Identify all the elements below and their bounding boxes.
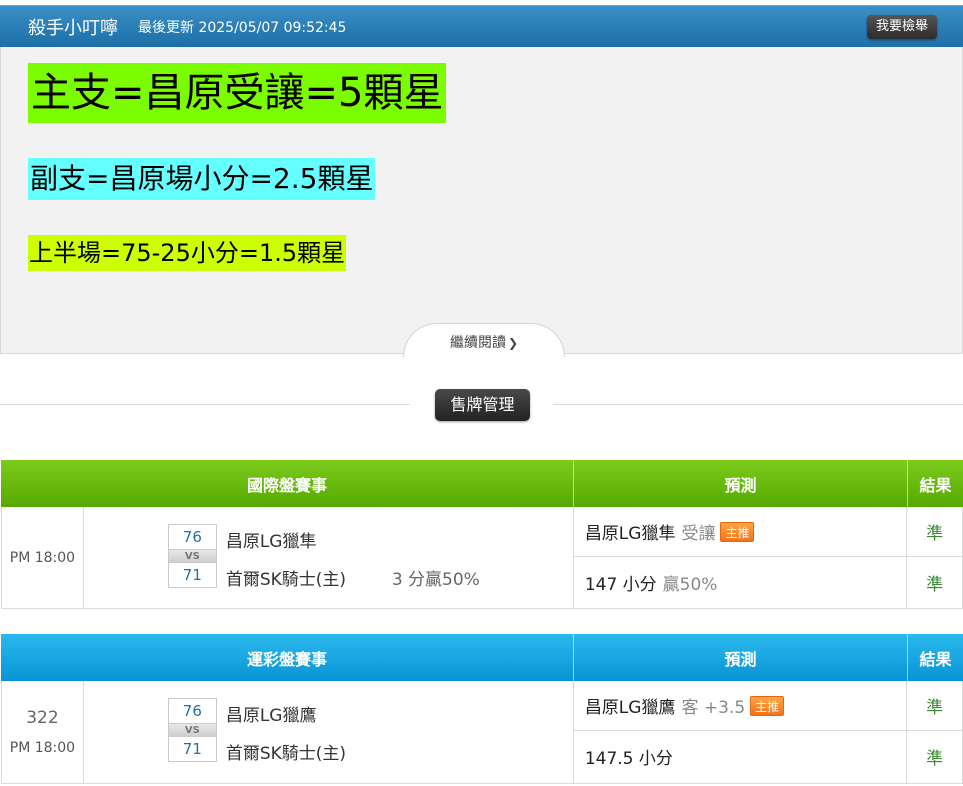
prediction-item: 昌原LG獵隼 受讓 主推 — [573, 507, 907, 557]
header-result: 結果 — [919, 649, 952, 669]
sales-management-button[interactable]: 售牌管理 — [435, 389, 530, 421]
prediction-main: 昌原LG獵隼 — [584, 524, 676, 544]
score-away: 71 — [182, 566, 202, 584]
prediction-item: 昌原LG獵鷹 客 +3.5 主推 — [573, 681, 907, 731]
author-name: 殺手小叮嚀 — [28, 17, 118, 39]
header-result: 結果 — [919, 475, 952, 495]
header-match: 國際盤賽事 — [1, 460, 574, 507]
header-match: 運彩盤賽事 — [1, 634, 574, 681]
game-time: PM 18:00 — [9, 549, 76, 566]
prediction-main: 147.5 小分 — [584, 749, 673, 769]
article-box: 主支=昌原受讓=5顆星 副支=昌原場小分=2.5顆星 上半場=75-25小分=1… — [0, 47, 963, 357]
prediction-sub: 客 +3.5 — [681, 698, 746, 718]
divider-left — [0, 404, 410, 405]
score-away: 71 — [182, 740, 202, 758]
score-box: 76 VS 71 — [167, 524, 217, 588]
game-code: 322 — [26, 708, 59, 728]
headline-secondary: 副支=昌原場小分=2.5顆星 — [28, 158, 376, 200]
game-time: PM 18:00 — [9, 740, 76, 756]
result-value: 準 — [907, 681, 963, 731]
prediction-main: 147 小分 — [584, 575, 657, 595]
prediction-sub: 贏50% — [662, 575, 718, 595]
table-row: PM 18:00 76 VS 71 昌原LG獵隼 首爾SK騎士(主) 3 分贏5… — [1, 507, 963, 609]
result-value: 準 — [926, 749, 944, 769]
chevron-down-icon: ❯ — [507, 336, 519, 350]
team-a: 昌原LG獵隼 — [225, 532, 317, 552]
read-more-label: 繼續閱讀 — [449, 335, 506, 351]
team-b: 首爾SK騎士(主) — [225, 744, 347, 764]
table-row: 322 PM 18:00 76 VS 71 昌原LG獵鷹 首爾SK騎士(主) 昌… — [1, 681, 963, 784]
score-home: 76 — [182, 702, 202, 720]
match-cell: 76 VS 71 昌原LG獵鷹 首爾SK騎士(主) — [84, 681, 574, 783]
last-updated: 最後更新 2025/05/07 09:52:45 — [138, 19, 347, 36]
result-cell: 準 準 — [907, 507, 963, 608]
featured-badge: 主推 — [720, 521, 755, 542]
divider-right — [553, 404, 963, 405]
score-box: 76 VS 71 — [167, 698, 217, 762]
game-time-cell: PM 18:00 — [2, 507, 84, 608]
score-home: 76 — [182, 528, 202, 546]
headline-main: 主支=昌原受讓=5顆星 — [28, 63, 447, 123]
prediction-sub: 受讓 — [681, 524, 716, 544]
prediction-main: 昌原LG獵鷹 — [584, 698, 676, 718]
match-cell: 76 VS 71 昌原LG獵隼 首爾SK騎士(主) 3 分贏50% — [84, 507, 574, 608]
vs-label: VS — [168, 723, 216, 737]
prediction-item: 147.5 小分 — [574, 731, 906, 782]
header-prediction: 預測 — [574, 634, 908, 681]
result-value: 準 — [926, 575, 944, 595]
prediction-cell: 昌原LG獵鷹 客 +3.5 主推 147.5 小分 — [573, 681, 908, 783]
international-match-table: 國際盤賽事 預測 結果 PM 18:00 76 VS 71 昌原LG獵隼 首爾S… — [1, 460, 963, 609]
lottery-match-table: 運彩盤賽事 預測 結果 322 PM 18:00 76 VS 71 昌原LG獵鷹… — [1, 634, 963, 784]
headline-first-half: 上半場=75-25小分=1.5顆星 — [28, 235, 347, 271]
team-b: 首爾SK騎士(主) — [225, 570, 347, 590]
read-more-button[interactable]: 繼續閱讀 ❯ — [403, 323, 565, 357]
game-time-cell: 322 PM 18:00 — [2, 681, 84, 783]
table-header: 運彩盤賽事 預測 結果 — [1, 634, 963, 681]
prediction-cell: 昌原LG獵隼 受讓 主推 147 小分 贏50% — [573, 507, 908, 608]
team-a: 昌原LG獵鷹 — [225, 706, 317, 726]
result-value: 準 — [907, 507, 963, 557]
vs-label: VS — [168, 549, 216, 563]
result-cell: 準 準 — [907, 681, 963, 783]
header-prediction: 預測 — [574, 460, 908, 507]
report-button[interactable]: 我要檢舉 — [866, 15, 937, 39]
table-header: 國際盤賽事 預測 結果 — [1, 460, 963, 507]
top-bar: 殺手小叮嚀 最後更新 2025/05/07 09:52:45 我要檢舉 — [0, 5, 963, 47]
prediction-item: 147 小分 贏50% — [574, 557, 906, 608]
spread-result: 3 分贏50% — [391, 570, 480, 590]
featured-badge: 主推 — [750, 695, 785, 716]
